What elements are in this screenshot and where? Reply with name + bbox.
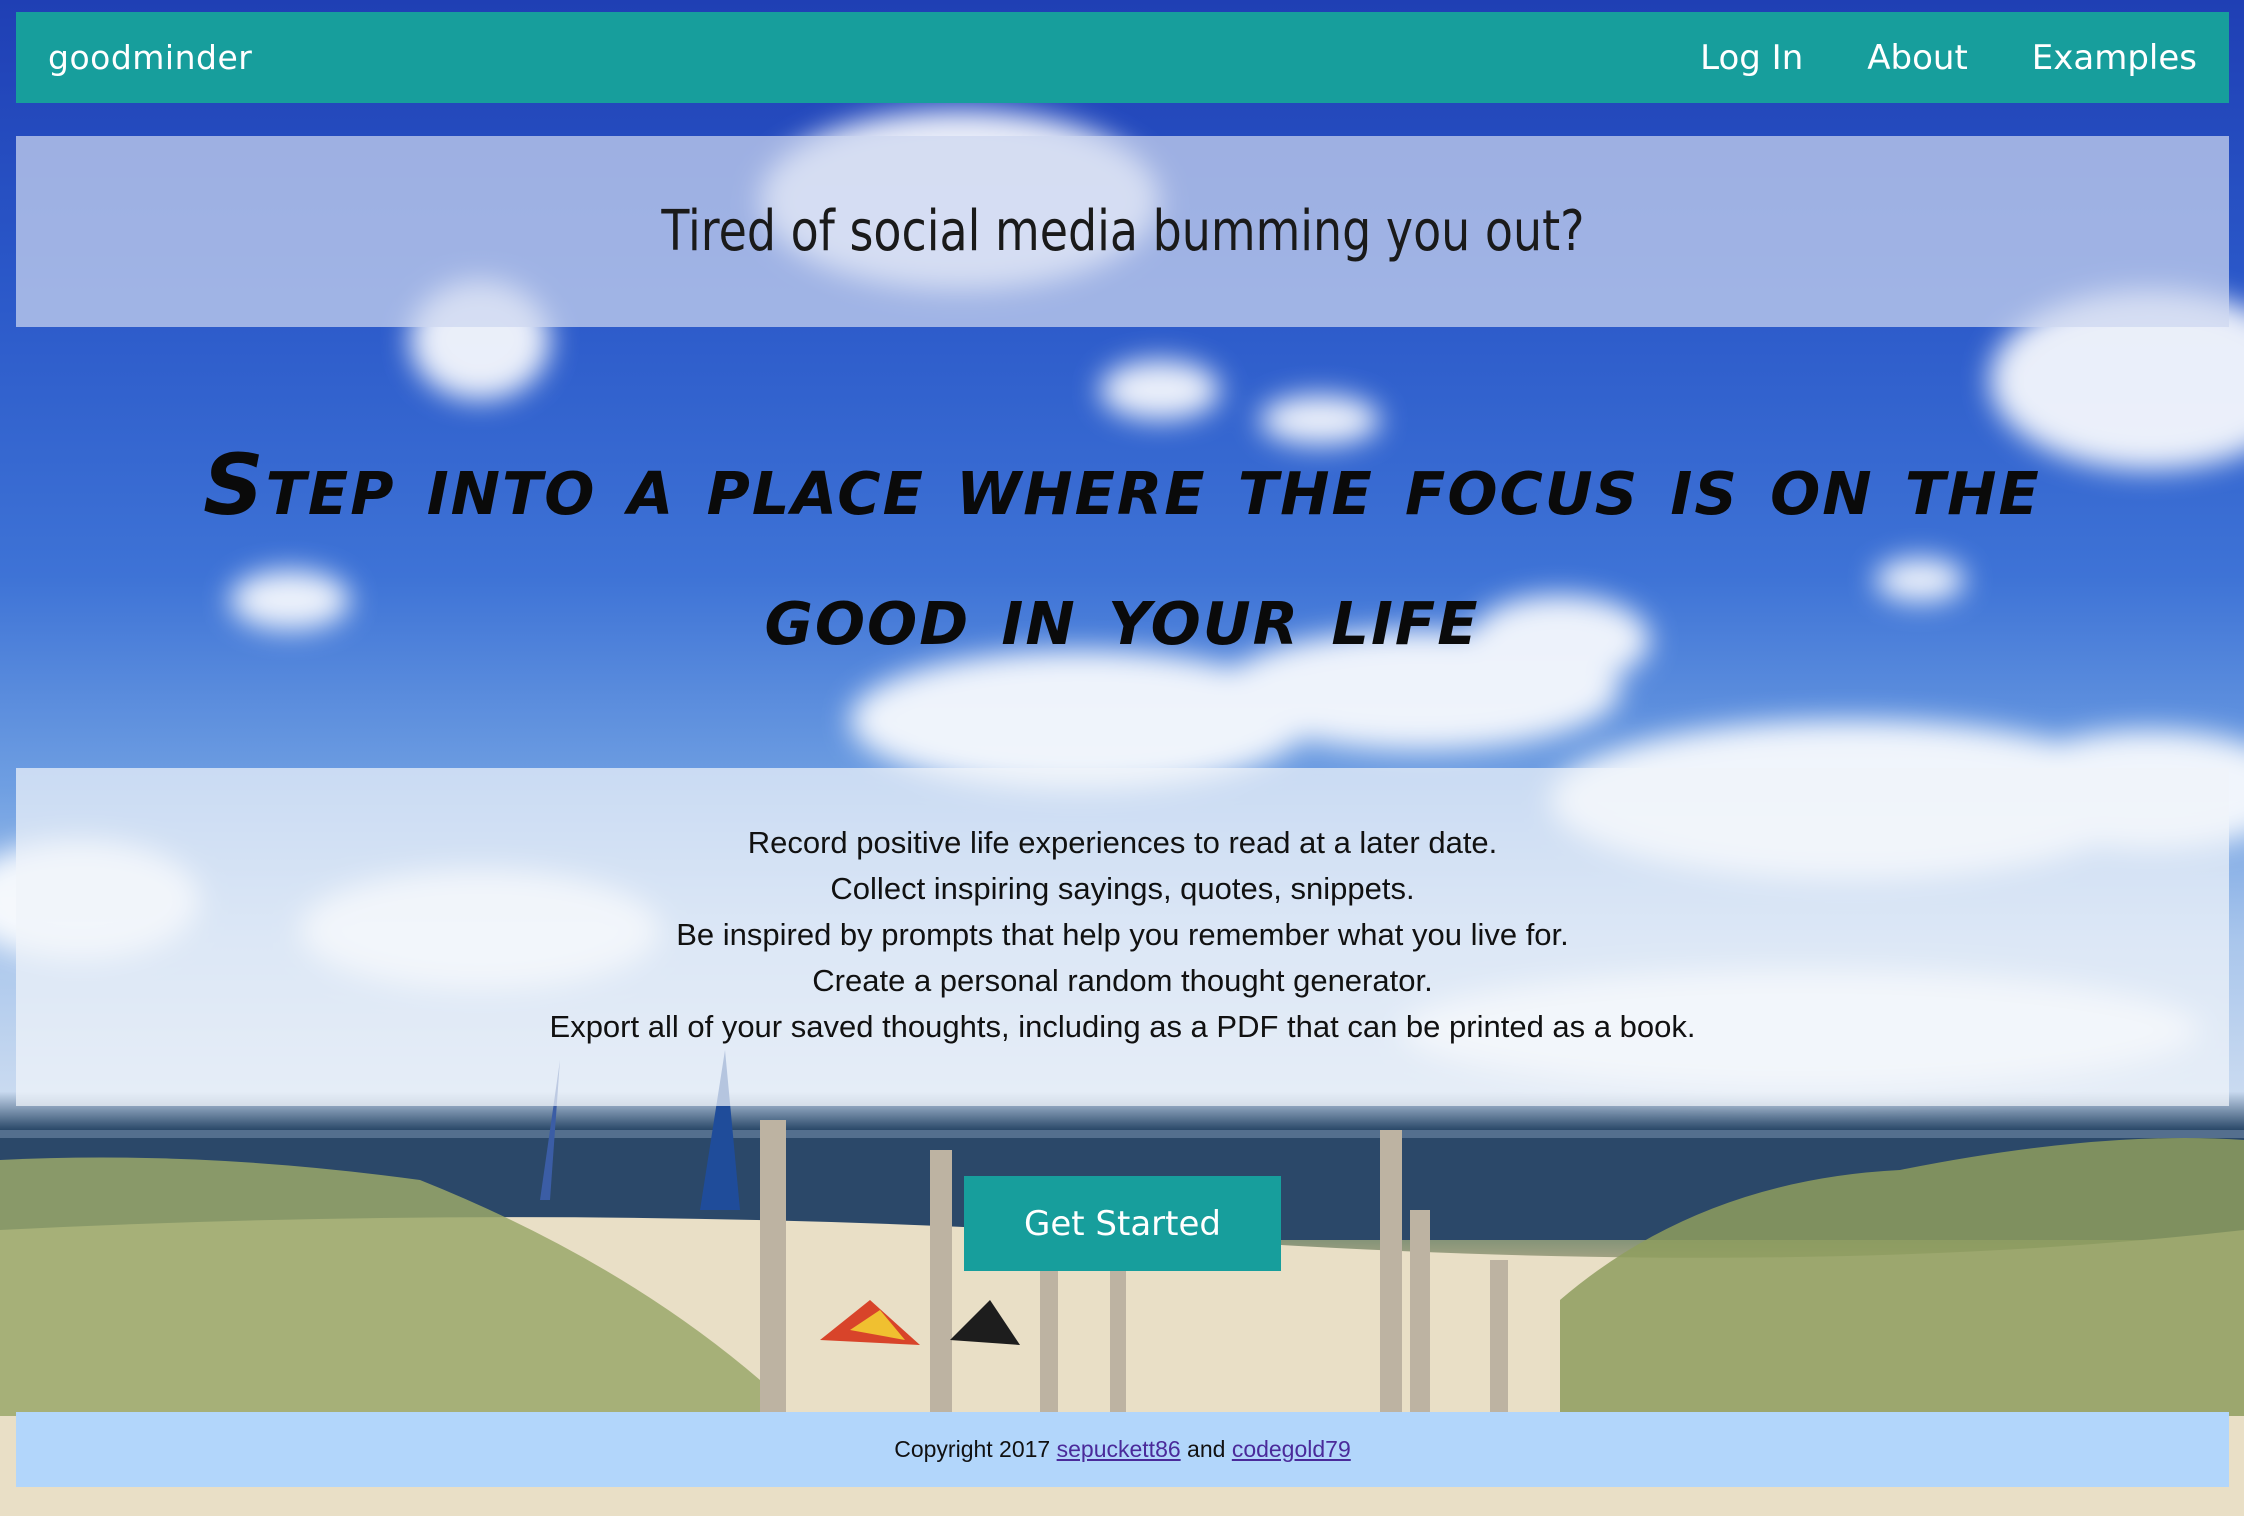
nav-link-examples[interactable]: Examples: [2032, 38, 2197, 78]
hero-heading: Step into a place where the focus is on …: [60, 420, 2184, 680]
nav-link-log-in[interactable]: Log In: [1700, 38, 1803, 78]
hero-heading-line-1: Step into a place where the focus is on …: [203, 436, 2041, 534]
hero-heading-line-2: good in your life: [764, 566, 1480, 664]
feature-line: Create a personal random thought generat…: [812, 963, 1433, 998]
feature-line: Record positive life experiences to read…: [747, 825, 1498, 860]
nav-links: Log In About Examples: [1700, 38, 2197, 78]
feature-line: Export all of your saved thoughts, inclu…: [549, 1009, 1696, 1044]
get-started-button[interactable]: Get Started: [964, 1176, 1281, 1271]
brand-logo-link[interactable]: goodminder: [48, 38, 252, 77]
page-footer: Copyright 2017 sepuckett86 and codegold7…: [16, 1412, 2229, 1487]
feature-line: Be inspired by prompts that help you rem…: [676, 917, 1569, 952]
nav-link-about[interactable]: About: [1867, 38, 1968, 78]
top-navbar: goodminder Log In About Examples: [16, 12, 2229, 103]
features-panel: Record positive life experiences to read…: [16, 768, 2229, 1106]
footer-conjunction: and: [1180, 1436, 1232, 1462]
tagline-banner: Tired of social media bumming you out?: [16, 136, 2229, 327]
tagline-text: Tired of social media bumming you out?: [660, 199, 1585, 264]
author-link-codegold79[interactable]: codegold79: [1232, 1436, 1351, 1463]
copyright-text: Copyright 2017: [894, 1436, 1057, 1462]
feature-line: Collect inspiring sayings, quotes, snipp…: [830, 871, 1415, 906]
author-link-sepuckett86[interactable]: sepuckett86: [1057, 1436, 1181, 1463]
